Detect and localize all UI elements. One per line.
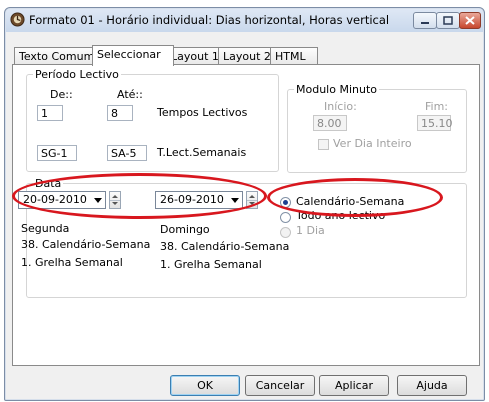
tab-layout-1[interactable]: Layout 1 (166, 47, 226, 65)
highlight-ellipse-dates (12, 173, 267, 219)
inicio-input[interactable]: 8.00 (313, 115, 347, 131)
minimize-icon (421, 22, 429, 24)
sg-input[interactable]: SG-1 (37, 145, 77, 161)
ate-label: Até:: (117, 88, 143, 101)
from-grid-label: 1. Grelha Semanal (21, 256, 123, 269)
semanais-label: T.Lect.Semanais (157, 146, 247, 159)
close-icon (465, 16, 475, 25)
to-week-label: 38. Calendário-Semana (160, 240, 290, 253)
ver-dia-label: Ver Dia Inteiro (333, 137, 412, 150)
tab-seleccionar[interactable]: Seleccionar (92, 45, 174, 66)
fim-label: Fim: (425, 100, 449, 113)
radio-1-dia[interactable] (280, 227, 291, 238)
tab-texto-comum[interactable]: Texto Comum (14, 47, 101, 65)
radio-todo-ano[interactable] (280, 212, 291, 223)
tempos-lectivos-label: Tempos Lectivos (157, 106, 248, 119)
sa-input[interactable]: SA-5 (107, 145, 147, 161)
ate-input[interactable]: 8 (107, 105, 133, 121)
tab-layout-2[interactable]: Layout 2 (218, 47, 278, 65)
tab-panel-seleccionar: Período Lectivo De:: Até:: 1 8 Tempos Le… (12, 64, 480, 366)
title-bar[interactable]: Formato 01 - Horário individual: Dias ho… (5, 8, 484, 32)
close-button[interactable] (459, 12, 481, 29)
ok-button[interactable]: OK (170, 375, 240, 396)
radio-1-dia-label: 1 Dia (296, 224, 325, 237)
de-label: De:: (50, 88, 73, 101)
maximize-button[interactable] (436, 12, 460, 29)
app-icon (10, 12, 25, 27)
from-day-label: Segunda (21, 222, 70, 235)
maximize-icon (443, 16, 453, 25)
fim-input[interactable]: 15.10 (417, 115, 453, 131)
highlight-ellipse-calendario (267, 178, 443, 217)
to-day-label: Domingo (160, 223, 210, 236)
modulo-legend: Modulo Minuto (294, 83, 379, 96)
tab-html[interactable]: HTML (270, 47, 318, 65)
minimize-button[interactable] (413, 12, 437, 29)
help-button[interactable]: Ajuda (397, 375, 467, 396)
to-grid-label: 1. Grelha Semanal (160, 258, 262, 271)
inicio-label: Início: (324, 100, 357, 113)
periodo-legend: Período Lectivo (33, 68, 121, 81)
from-week-label: 38. Calendário-Semana (21, 238, 151, 251)
de-input[interactable]: 1 (37, 105, 63, 121)
cancel-button[interactable]: Cancelar (245, 375, 315, 396)
apply-button[interactable]: Aplicar (319, 375, 389, 396)
window-title: Formato 01 - Horário individual: Dias ho… (29, 13, 390, 27)
ver-dia-checkbox[interactable] (318, 139, 329, 150)
